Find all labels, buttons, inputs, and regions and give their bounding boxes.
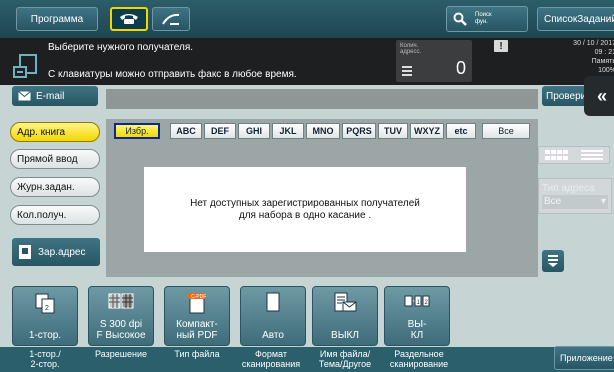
tab-all[interactable]: Все [482, 123, 530, 139]
counter-value: 0 [455, 58, 466, 78]
tab-pqrs[interactable]: PQRS [342, 123, 376, 139]
search-label-1: Поиск [475, 12, 492, 18]
pdf-icon: C-PDF [188, 293, 206, 314]
caption-duplex: 1-стор./ 2-стор. [29, 349, 61, 369]
collapse-panel-button[interactable]: « [584, 76, 614, 116]
nav-direct-input[interactable]: Прямой ввод [10, 149, 100, 169]
address-type-filter[interactable]: Тип адреса Все [538, 178, 612, 214]
tab-etc[interactable]: etc [446, 123, 476, 139]
svg-text:C-PDF: C-PDF [191, 294, 206, 300]
warning-icon[interactable]: ! [494, 40, 508, 52]
memory-value: 100% [598, 67, 614, 74]
list-scroll-down-icon [548, 255, 558, 267]
view-toggle[interactable] [538, 146, 610, 164]
register-address-button[interactable]: Зар.адрес [12, 238, 100, 266]
tile-duplex[interactable]: 2 1-стор. [12, 286, 78, 346]
tab-abc[interactable]: ABC [170, 123, 202, 139]
telephone-icon [120, 14, 138, 24]
program-button[interactable]: Программа [16, 7, 98, 31]
tile-separate-scan[interactable]: 12 ВЫ- КЛ [384, 286, 450, 346]
caption-scan-size: Формат сканирования [241, 349, 301, 369]
list-view-icon[interactable] [574, 147, 609, 163]
empty-list-message: Нет доступных зарегистрированных получат… [144, 167, 466, 252]
search-function-button[interactable]: Поиск фун. [446, 6, 528, 32]
search-icon [453, 12, 467, 26]
tab-ghi[interactable]: GHI [238, 123, 270, 139]
tile-file-type[interactable]: C-PDF Компакт- ный PDF [164, 286, 230, 346]
address-type-select[interactable]: Все [542, 195, 608, 209]
fax-mode-button[interactable] [110, 7, 148, 31]
email-button-label: E-mail [36, 90, 65, 102]
tab-mno[interactable]: MNO [306, 123, 340, 139]
tile-scan-size-value: Авто [262, 330, 284, 341]
caption-file-name: Имя файла/ Тема/Другое [318, 349, 372, 369]
file-envelope-icon [334, 292, 357, 312]
address-type-label: Тип адреса [542, 183, 595, 194]
tile-resolution[interactable]: S 300 dpi F Высокое [88, 286, 154, 346]
resolution-icon [108, 293, 134, 309]
caption-file-type: Тип файла [174, 349, 220, 359]
nav-address-book[interactable]: Адр. книга [10, 122, 100, 142]
tab-def[interactable]: DEF [204, 123, 236, 139]
address-book-icon [19, 245, 31, 259]
envelope-icon [18, 91, 31, 101]
scan-mode-button[interactable] [152, 7, 190, 31]
double-chevron-left-icon: « [596, 85, 607, 106]
caption-separate-scan: Раздельное сканирование [389, 349, 449, 369]
svg-text:2: 2 [45, 305, 49, 312]
empty-message-line-2: для набора в одно касание . [238, 209, 372, 221]
list-icon [402, 66, 412, 76]
tab-tuv[interactable]: TUV [378, 123, 408, 139]
tile-scan-size[interactable]: Авто [240, 286, 306, 346]
tile-duplex-value: 1-стор. [28, 330, 62, 341]
duplex-icon: 2 [35, 293, 55, 314]
destination-field[interactable] [106, 89, 538, 109]
curve-icon [162, 13, 180, 25]
separate-scan-icon: 12 [404, 295, 430, 307]
tile-file-type-value: Компакт- ный PDF [176, 319, 218, 341]
nav-recipient-count[interactable]: Кол.получ. [10, 205, 100, 225]
grid-view-icon[interactable] [539, 147, 574, 163]
time-text: 09 : 21 [594, 49, 614, 56]
job-list-button[interactable]: СписокЗаданий [537, 7, 614, 31]
date-text: 30 / 10 / 2017 [573, 40, 614, 47]
memory-label: Память [591, 58, 614, 65]
register-address-label: Зар.адрес [38, 246, 86, 258]
scroll-down-button[interactable] [542, 250, 564, 272]
tab-favorites[interactable]: Избр. [114, 123, 160, 139]
tile-resolution-value: S 300 dpi F Высокое [96, 319, 146, 341]
status-panel: 30 / 10 / 2017 09 : 21 Память 100% [530, 39, 614, 75]
instruction-line-2: С клавиатуры можно отправить факс в любо… [48, 69, 297, 80]
page-icon [266, 292, 280, 312]
search-label-2: фун. [475, 19, 488, 25]
email-button[interactable]: E-mail [12, 86, 98, 106]
tile-separate-scan-value: ВЫ- КЛ [407, 319, 427, 341]
nav-job-history[interactable]: Журн.задан. [10, 177, 100, 197]
caption-resolution: Разрешение [95, 349, 147, 359]
recipient-counter: Колич. адресс. 0 [396, 40, 472, 82]
tab-jkl[interactable]: JKL [272, 123, 304, 139]
empty-message-line-1: Нет доступных зарегистрированных получат… [190, 197, 420, 209]
counter-label: Колич. адресс. [400, 43, 422, 55]
instruction-line-1: Выберите нужного получателя. [48, 42, 194, 53]
tile-file-name[interactable]: ВЫКЛ [312, 286, 378, 346]
tile-file-name-value: ВЫКЛ [331, 330, 359, 341]
tab-wxyz[interactable]: WXYZ [410, 123, 444, 139]
application-button[interactable]: Приложение [554, 346, 614, 370]
fax-document-icon [13, 54, 37, 78]
